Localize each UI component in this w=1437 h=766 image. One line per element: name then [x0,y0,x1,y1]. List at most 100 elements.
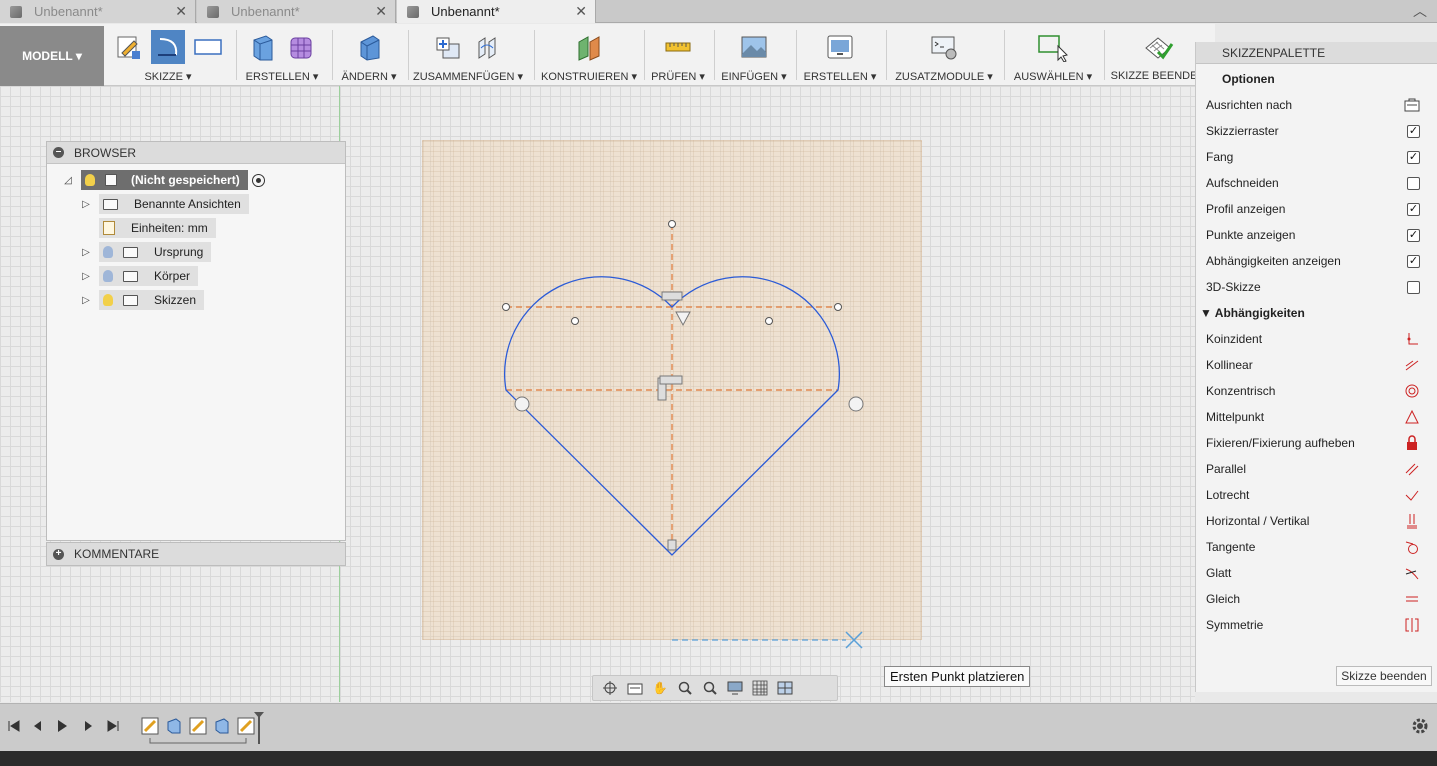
expand-triangle-icon[interactable]: ◿ [63,175,73,186]
collapse-triangle-icon[interactable]: ▼ [1200,306,1212,320]
timeline-group-bracket [149,738,247,744]
step-back-icon[interactable] [28,716,48,736]
visibility-bulb-icon[interactable] [85,174,95,186]
constraints-section-title[interactable]: ▼ Abhängigkeiten [1200,306,1305,320]
folder-icon [123,270,138,282]
constraint-row[interactable]: Konzentrisch [1206,381,1420,401]
browser-node-units[interactable]: Einheiten: mm [99,218,216,238]
document-icon [105,174,117,186]
timeline-sketch-icon[interactable] [140,716,160,736]
constraint-row[interactable]: Gleich [1206,589,1420,609]
timeline-sketch-icon[interactable] [236,716,256,736]
orbit-icon[interactable] [601,679,619,697]
option-row[interactable]: Profil anzeigen ✓ [1206,199,1420,219]
symmetry-icon[interactable] [1404,617,1420,633]
constraint-row[interactable]: Mittelpunkt [1206,407,1420,427]
window-bottom-edge [0,751,1437,766]
constraint-row[interactable]: Symmetrie [1206,615,1420,635]
activate-icon[interactable] [251,173,265,187]
viewports-icon[interactable] [776,679,794,697]
horizontal-vertical-icon[interactable] [1404,513,1420,529]
browser-header[interactable]: – BROWSER [47,142,345,164]
constraint-row[interactable]: Fixieren/Fixierung aufheben [1206,433,1420,453]
tooltip: Ersten Punkt platzieren [884,666,1031,687]
node-label: Skizzen [154,293,197,307]
checkbox-checked[interactable]: ✓ [1407,254,1420,268]
timeline-marker[interactable] [254,712,264,744]
look-at-icon[interactable] [626,679,644,697]
visibility-bulb-icon[interactable] [103,270,113,282]
constraint-row[interactable]: Koinzident [1206,329,1420,349]
horizontal-constraint-icon [661,291,683,301]
play-icon[interactable] [52,716,72,736]
browser-root-node[interactable]: ◿ (Nicht gespeichert) [63,170,265,190]
step-forward-icon[interactable] [78,716,98,736]
expand-icon[interactable]: + [53,548,64,560]
look-at-icon[interactable] [1404,97,1420,113]
constraint-row[interactable]: Kollinear [1206,355,1420,375]
browser-node-bodies[interactable]: ▷ Körper [81,266,199,286]
option-row[interactable]: Abhängigkeiten anzeigen ✓ [1206,251,1420,271]
timeline-extrude-icon[interactable] [164,716,184,736]
tangent-icon[interactable] [1404,539,1420,555]
option-row[interactable]: Aufschneiden [1206,173,1420,193]
visibility-bulb-icon[interactable] [103,294,113,306]
expand-triangle-icon[interactable]: ▷ [81,199,91,210]
visibility-bulb-icon[interactable] [103,246,113,258]
collapse-icon[interactable]: – [53,147,64,158]
expand-triangle-icon[interactable]: ▷ [81,295,91,306]
constraint-row[interactable]: Horizontal / Vertikal [1206,511,1420,531]
zoom-icon[interactable] [676,679,694,697]
option-row[interactable]: Ausrichten nach [1206,95,1420,115]
folder-icon [103,198,118,210]
browser-title: BROWSER [74,145,137,160]
node-label: Benannte Ansichten [134,197,241,211]
perpendicular-icon[interactable] [1404,487,1420,503]
collinear-icon[interactable] [1404,357,1420,373]
browser-node-origin[interactable]: ▷ Ursprung [81,242,212,262]
palette-header[interactable]: SKIZZENPALETTE [1196,42,1437,64]
option-row[interactable]: 3D-Skizze [1206,277,1420,297]
midpoint-icon[interactable] [1404,409,1420,425]
lock-icon[interactable] [1404,435,1420,451]
option-row[interactable]: Skizzierraster ✓ [1206,121,1420,141]
smooth-icon[interactable] [1404,565,1420,581]
display-settings-icon[interactable] [726,679,744,697]
checkbox-checked[interactable]: ✓ [1407,202,1420,216]
midpoint-constraint-icon [675,311,691,327]
coincident-icon[interactable] [1404,331,1420,347]
option-row[interactable]: Punkte anzeigen ✓ [1206,225,1420,245]
expand-triangle-icon[interactable]: ▷ [81,247,91,258]
comments-panel-header[interactable]: + KOMMENTARE [46,542,346,566]
go-to-start-icon[interactable] [4,716,24,736]
finish-sketch-button[interactable]: Skizze beenden [1336,666,1432,686]
checkbox-unchecked[interactable] [1407,280,1420,294]
checkbox-unchecked[interactable] [1407,176,1420,190]
parallel-icon[interactable] [1404,461,1420,477]
timeline-sketch-icon[interactable] [188,716,208,736]
zoom-window-icon[interactable] [701,679,719,697]
constraint-row[interactable]: Lotrecht [1206,485,1420,505]
grid-settings-icon[interactable] [751,679,769,697]
concentric-icon[interactable] [1404,383,1420,399]
folder-icon [123,294,138,306]
go-to-end-icon[interactable] [103,716,123,736]
timeline-extrude-icon[interactable] [212,716,232,736]
constraint-row[interactable]: Parallel [1206,459,1420,479]
options-section-title[interactable]: Optionen [1222,72,1275,86]
option-row[interactable]: Fang ✓ [1206,147,1420,167]
gear-icon[interactable] [1410,716,1430,736]
expand-triangle-icon[interactable]: ▷ [81,271,91,282]
constraint-row[interactable]: Tangente [1206,537,1420,557]
browser-node-named-views[interactable]: ▷ Benannte Ansichten [81,194,249,214]
checkbox-checked[interactable]: ✓ [1407,150,1420,164]
sketch-point [668,220,676,228]
pan-hand-icon[interactable]: ✋ [651,679,669,697]
checkbox-checked[interactable]: ✓ [1407,124,1420,138]
equal-icon[interactable] [1404,591,1420,607]
browser-node-sketches[interactable]: ▷ Skizzen [81,290,205,310]
chevron-up-icon[interactable]: ︿ [1413,1,1427,21]
checkbox-checked[interactable]: ✓ [1407,228,1420,242]
constraint-row[interactable]: Glatt [1206,563,1420,583]
palette-title: SKIZZENPALETTE [1222,45,1326,60]
